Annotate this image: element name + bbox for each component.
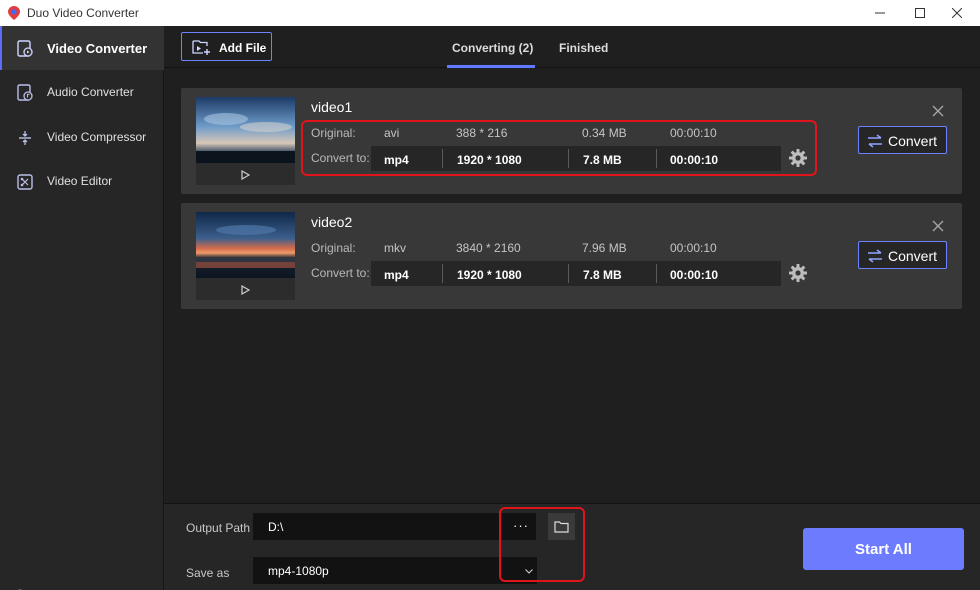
- original-format: mkv: [384, 241, 406, 255]
- target-format: mp4: [384, 268, 409, 282]
- divider: [656, 149, 657, 168]
- chevron-down-icon: [525, 569, 533, 574]
- save-as-dropdown[interactable]: mp4-1080p: [253, 557, 537, 584]
- divider: [568, 264, 569, 283]
- video-editor-icon: [17, 174, 33, 190]
- original-resolution: 388 * 216: [456, 126, 508, 140]
- window-close-button[interactable]: [934, 0, 980, 26]
- gear-icon[interactable]: [788, 263, 808, 283]
- original-label: Original:: [311, 241, 356, 255]
- convert-label: Convert: [888, 133, 938, 149]
- original-resolution: 3840 * 2160: [456, 241, 521, 255]
- target-format: mp4: [384, 153, 409, 167]
- add-file-icon: [192, 40, 210, 55]
- add-file-label: Add File: [219, 41, 267, 55]
- convert-to-label: Convert to:: [311, 151, 370, 165]
- original-size: 7.96 MB: [582, 241, 627, 255]
- video-thumbnail[interactable]: [196, 212, 295, 300]
- output-settings-bar: Output Path D:\ ··· Save as mp4-1080p St…: [164, 503, 980, 590]
- close-icon: [952, 8, 962, 18]
- sidebar-item-video-compressor[interactable]: Video Compressor: [0, 115, 164, 159]
- remove-video-icon[interactable]: [932, 220, 944, 232]
- start-all-button[interactable]: Start All: [803, 528, 964, 570]
- video-thumbnail[interactable]: [196, 97, 295, 185]
- output-path-label: Output Path: [186, 521, 251, 535]
- sidebar-item-label: Video Compressor: [47, 130, 147, 144]
- sidebar-item-label: Video Converter: [47, 40, 148, 56]
- open-folder-button[interactable]: [548, 513, 575, 540]
- add-file-button[interactable]: Add File: [181, 32, 272, 61]
- target-settings-row[interactable]: mp4 1920 * 1080 7.8 MB 00:00:10: [371, 146, 781, 171]
- original-format: avi: [384, 126, 400, 140]
- tab-converting[interactable]: Converting (2): [452, 41, 533, 55]
- original-duration: 00:00:10: [670, 241, 717, 255]
- original-size: 0.34 MB: [582, 126, 627, 140]
- title-bar: Duo Video Converter: [0, 0, 980, 26]
- convert-icon: [868, 249, 882, 263]
- video-name: video1: [311, 99, 353, 115]
- sidebar-item-video-editor[interactable]: Video Editor: [0, 159, 164, 203]
- start-all-label: Start All: [855, 540, 912, 558]
- convert-label: Convert: [888, 248, 938, 264]
- save-as-label: Save as: [186, 566, 230, 580]
- sidebar: Video Converter Audio Converter Video Co…: [0, 26, 164, 590]
- convert-button[interactable]: Convert: [858, 241, 947, 269]
- output-path-value: D:\: [268, 520, 284, 534]
- tab-finished[interactable]: Finished: [559, 41, 608, 55]
- convert-to-label: Convert to:: [311, 266, 370, 280]
- audio-converter-icon: [17, 84, 33, 101]
- video-card: video2 Original: mkv 3840 * 2160 7.96 MB…: [181, 203, 962, 309]
- target-duration: 00:00:10: [670, 268, 719, 282]
- sidebar-item-label: Video Editor: [47, 174, 113, 188]
- target-resolution: 1920 * 1080: [457, 153, 522, 167]
- sidebar-item-audio-converter[interactable]: Audio Converter: [0, 70, 164, 114]
- divider: [442, 149, 443, 168]
- active-tab-indicator: [447, 65, 535, 68]
- target-size: 7.8 MB: [583, 153, 622, 167]
- toolbar: Add File Converting (2) Finished: [164, 26, 980, 68]
- thumbnail-image: [196, 97, 295, 163]
- browse-more-button[interactable]: ···: [509, 513, 536, 540]
- original-label: Original:: [311, 126, 356, 140]
- thumbnail-image: [196, 212, 295, 278]
- app-logo-icon: [8, 6, 20, 20]
- save-as-value: mp4-1080p: [268, 564, 329, 578]
- video-converter-icon: [17, 40, 33, 57]
- minimize-icon: [875, 12, 885, 14]
- target-resolution: 1920 * 1080: [457, 268, 522, 282]
- divider: [656, 264, 657, 283]
- output-path-field[interactable]: D:\: [253, 513, 509, 540]
- sidebar-item-label: Audio Converter: [47, 85, 134, 99]
- original-duration: 00:00:10: [670, 126, 717, 140]
- sidebar-item-video-converter[interactable]: Video Converter: [0, 26, 164, 70]
- divider: [568, 149, 569, 168]
- gear-icon[interactable]: [788, 148, 808, 168]
- target-settings-row[interactable]: mp4 1920 * 1080 7.8 MB 00:00:10: [371, 261, 781, 286]
- remove-video-icon[interactable]: [932, 105, 944, 117]
- folder-icon: [554, 521, 569, 533]
- video-card: video1 Original: avi 388 * 216 0.34 MB 0…: [181, 88, 962, 194]
- video-compressor-icon: [19, 131, 31, 145]
- more-dots-icon: ···: [513, 518, 529, 533]
- maximize-icon: [915, 8, 925, 18]
- convert-icon: [868, 134, 882, 148]
- target-size: 7.8 MB: [583, 268, 622, 282]
- window-title: Duo Video Converter: [27, 6, 139, 20]
- target-duration: 00:00:10: [670, 153, 719, 167]
- divider: [442, 264, 443, 283]
- video-name: video2: [311, 214, 353, 230]
- play-icon: [241, 170, 250, 180]
- play-icon: [241, 285, 250, 295]
- convert-button[interactable]: Convert: [858, 126, 947, 154]
